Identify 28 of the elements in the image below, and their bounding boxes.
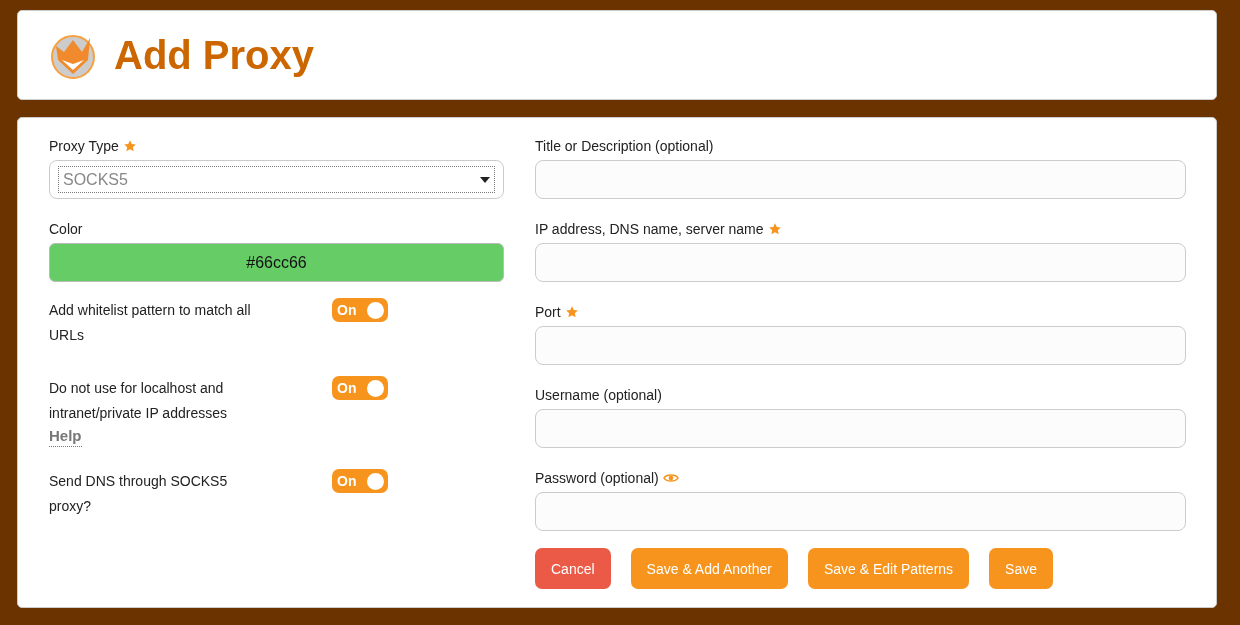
text-input[interactable]	[535, 409, 1186, 448]
text-input[interactable]	[535, 243, 1186, 282]
text-input[interactable]	[535, 160, 1186, 199]
cancel-button[interactable]: Cancel	[535, 548, 611, 589]
save-button[interactable]: Save	[989, 548, 1054, 589]
field-label: Color	[49, 220, 84, 239]
toggle-switch[interactable]: On	[332, 298, 388, 322]
field-label: Port	[535, 302, 1186, 322]
eye-icon[interactable]	[662, 472, 679, 484]
password-input[interactable]	[535, 492, 1186, 531]
field-label: Proxy Type	[49, 136, 504, 156]
toggle-switch[interactable]: On	[332, 376, 388, 400]
save-button[interactable]: Save & Edit Patterns	[807, 548, 970, 589]
option-label: Do not use for localhost and intranet/private IP addresses	[49, 379, 228, 423]
field-label: Title or Description (optional)	[535, 137, 715, 156]
field-label: Username (optional)	[535, 386, 663, 405]
toggle-switch[interactable]: On	[332, 469, 388, 493]
color-picker[interactable]: #66cc66	[49, 243, 504, 282]
option-label: Add whitelist pattern to match all URLs	[49, 301, 252, 345]
text-input[interactable]	[535, 326, 1186, 365]
dropdown-caret-icon	[480, 176, 490, 183]
save-button[interactable]: Save & Add Another	[630, 548, 788, 589]
page-title: Add Proxy	[114, 32, 315, 78]
field-label: IP address, DNS name, server name	[535, 219, 1186, 239]
field-label: Password (optional)	[535, 468, 1186, 488]
proxy-type-select[interactable]: SOCKS5	[49, 160, 504, 199]
option-label: Send DNS through SOCKS5 proxy?	[49, 472, 229, 516]
help-link[interactable]: Help	[49, 426, 82, 447]
